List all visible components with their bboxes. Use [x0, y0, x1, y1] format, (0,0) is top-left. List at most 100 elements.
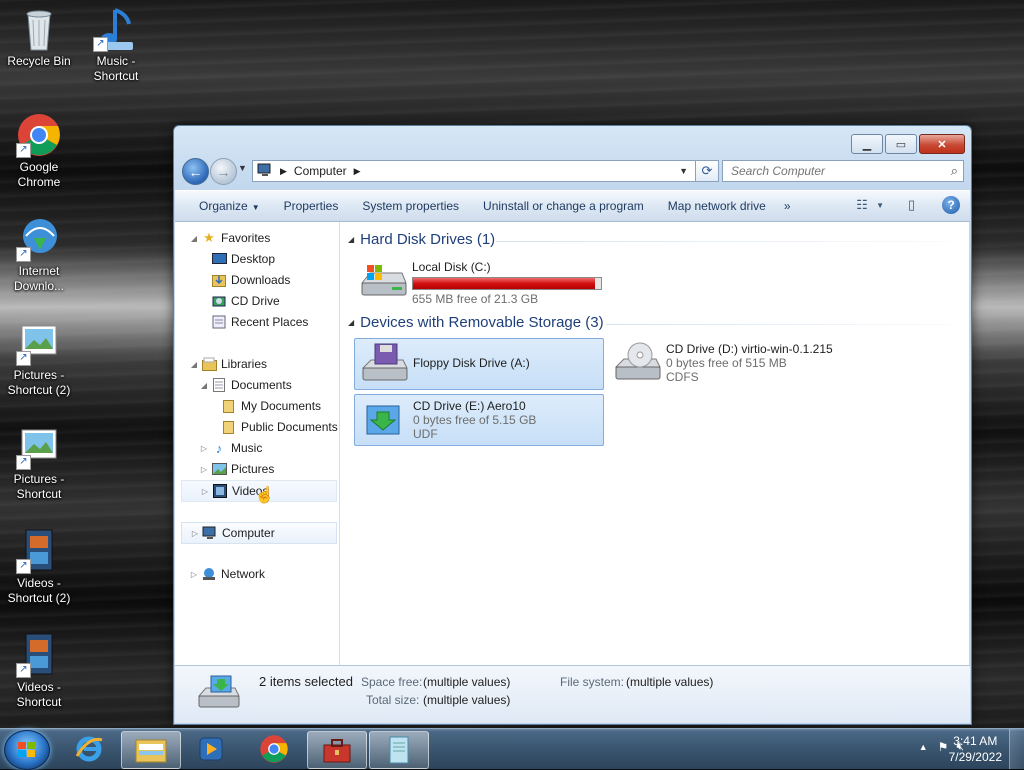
taskbar-notepad[interactable] [369, 731, 429, 769]
desktop-icon-google-chrome[interactable]: ↗ Google Chrome [1, 112, 77, 190]
minimize-button[interactable]: ▁ [851, 134, 883, 154]
group-header-removable[interactable]: ◢ Devices with Removable Storage (3) [348, 314, 604, 331]
desktop-icon-recycle-bin[interactable]: Recycle Bin [1, 6, 77, 69]
nav-music[interactable]: ▷ ♪ Music [199, 438, 262, 458]
disk-usage-bar [412, 277, 602, 290]
nav-network[interactable]: ▷ Network [189, 564, 265, 584]
map-network-drive-button[interactable]: Map network drive [656, 199, 778, 213]
search-input[interactable] [729, 163, 943, 179]
desktop-icon-label: Internet Downlo... [13, 264, 65, 293]
system-properties-button[interactable]: System properties [350, 199, 471, 213]
change-view-icon[interactable]: ☷ [856, 198, 872, 212]
nav-pictures[interactable]: ▷ Pictures [199, 459, 274, 479]
desktop-icon-pictures-shortcut-2[interactable]: ↗ Pictures - Shortcut (2) [1, 320, 77, 398]
nav-public-documents[interactable]: Public Documents [221, 417, 338, 437]
close-button[interactable]: ✕ [919, 134, 965, 154]
taskbar-windows-explorer[interactable] [121, 731, 181, 769]
forward-button[interactable]: → [210, 158, 237, 185]
details-pane: 2 items selected Space free: (multiple v… [175, 665, 970, 723]
drive-file-system: UDF [413, 427, 438, 441]
desktop-icon-label: Recycle Bin [7, 54, 71, 68]
refresh-button[interactable]: ⟳ [695, 160, 719, 182]
view-controls: ☷ ▼ ▯ ? [852, 196, 960, 214]
nav-label: Music [231, 441, 263, 455]
nav-videos[interactable]: ▷ Videos ☝ [181, 480, 337, 504]
address-bar[interactable]: ▶ Computer ▶ ▼ [252, 160, 697, 182]
search-box[interactable]: ⌕ [722, 160, 964, 182]
properties-button[interactable]: Properties [272, 199, 351, 213]
taskbar-toolbox[interactable] [307, 731, 367, 769]
breadcrumb-computer[interactable]: Computer [294, 164, 347, 178]
nav-favorites[interactable]: ◢ ★ Favorites [189, 228, 270, 248]
folder-icon [221, 419, 237, 435]
nav-label: Desktop [231, 252, 276, 266]
desktop-icon-internet-download-manager[interactable]: ↗ Internet Downlo... [1, 216, 77, 294]
shortcut-arrow-icon: ↗ [93, 37, 108, 52]
uninstall-program-button[interactable]: Uninstall or change a program [471, 199, 656, 213]
drive-local-disk-c[interactable]: Local Disk (C:) 655 MB free of 21.3 GB [354, 256, 604, 306]
help-icon[interactable]: ? [942, 196, 960, 214]
file-system-label: File system: [560, 675, 625, 689]
show-desktop-button[interactable] [1009, 729, 1024, 769]
recent-pages-dropdown[interactable]: ▼ [238, 163, 247, 173]
recycle-bin-icon [16, 6, 62, 52]
collapse-arrow-icon[interactable]: ◢ [348, 235, 354, 244]
back-button[interactable]: ← [182, 158, 209, 185]
drive-cd-d[interactable]: CD Drive (D:) virtio-win-0.1.215 0 bytes… [608, 338, 908, 388]
network-icon [201, 566, 217, 582]
search-icon[interactable]: ⌕ [951, 163, 958, 179]
nav-desktop[interactable]: Desktop [211, 249, 275, 269]
navigation-pane: ◢ ★ Favorites Desktop Downloads CD Drive… [175, 222, 340, 665]
start-button[interactable] [4, 730, 50, 770]
collapse-arrow-icon[interactable]: ◢ [199, 381, 209, 390]
desktop-icon-videos-shortcut-2[interactable]: ↗ Videos - Shortcut (2) [1, 528, 77, 606]
nav-my-documents[interactable]: My Documents [221, 396, 321, 416]
group-divider [496, 241, 956, 242]
action-center-icon[interactable]: ⚑ [938, 740, 949, 754]
taskbar-internet-explorer[interactable] [60, 731, 118, 767]
maximize-button[interactable]: ▭ [885, 134, 917, 154]
drive-cd-e[interactable]: CD Drive (E:) Aero10 0 bytes free of 5.1… [354, 394, 604, 446]
chrome-icon: ↗ [16, 112, 62, 158]
desktop-icon-pictures-shortcut[interactable]: ↗ Pictures - Shortcut [1, 424, 77, 502]
drive-floppy-a[interactable]: Floppy Disk Drive (A:) [354, 338, 604, 390]
address-dropdown-icon[interactable]: ▼ [679, 166, 688, 176]
show-hidden-icons-button[interactable]: ▲ [919, 742, 928, 752]
nav-label: My Documents [241, 399, 322, 413]
breadcrumb-separator-icon[interactable]: ▶ [280, 166, 287, 177]
nav-label: Public Documents [241, 420, 338, 434]
nav-computer[interactable]: ▷ Computer [181, 522, 337, 544]
more-commands-button[interactable]: » [778, 199, 797, 213]
collapse-arrow-icon[interactable]: ◢ [189, 234, 199, 243]
organize-label: Organize [199, 199, 248, 213]
expand-arrow-icon[interactable]: ▷ [190, 529, 200, 538]
notepad-icon [389, 736, 409, 764]
desktop-icon [211, 251, 227, 267]
expand-arrow-icon[interactable]: ▷ [199, 465, 209, 474]
group-header-hard-disk[interactable]: ◢ Hard Disk Drives (1) [348, 231, 495, 248]
expand-arrow-icon[interactable]: ▷ [200, 487, 210, 496]
collapse-arrow-icon[interactable]: ◢ [189, 360, 199, 369]
clock-date: 7/29/2022 [948, 750, 1002, 764]
collapse-arrow-icon[interactable]: ◢ [348, 318, 354, 327]
nav-recent-places[interactable]: Recent Places [211, 312, 308, 332]
shortcut-arrow-icon: ↗ [16, 351, 31, 366]
nav-libraries[interactable]: ◢ Libraries [189, 354, 267, 374]
downloads-folder-icon [211, 272, 227, 288]
nav-cd-drive[interactable]: CD Drive [211, 291, 280, 311]
desktop-icon-music-shortcut[interactable]: ↗ Music - Shortcut [78, 6, 154, 84]
desktop-icon-videos-shortcut[interactable]: ↗ Videos - Shortcut [1, 632, 77, 710]
nav-documents[interactable]: ◢ Documents [199, 375, 292, 395]
computer-icon [202, 525, 218, 541]
organize-menu[interactable]: Organize ▼ [175, 199, 272, 213]
expand-arrow-icon[interactable]: ▷ [199, 444, 209, 453]
breadcrumb-separator-icon[interactable]: ▶ [354, 166, 361, 177]
drive-name: CD Drive (E:) Aero10 [413, 399, 526, 413]
taskbar-media-player[interactable] [182, 731, 240, 767]
view-options-chevron-icon[interactable]: ▼ [876, 201, 884, 210]
taskbar-google-chrome[interactable] [245, 731, 303, 767]
expand-arrow-icon[interactable]: ▷ [189, 570, 199, 579]
clock[interactable]: 3:41 AM 7/29/2022 [949, 733, 1002, 765]
nav-downloads[interactable]: Downloads [211, 270, 290, 290]
preview-pane-icon[interactable]: ▯ [908, 198, 924, 212]
